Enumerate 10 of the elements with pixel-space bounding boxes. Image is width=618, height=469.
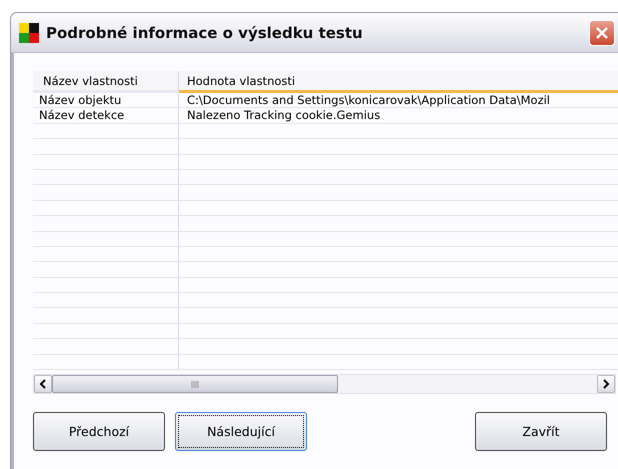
table-cell-text: Nalezeno Tracking cookie.Gemius — [186, 108, 382, 123]
dialog-button[interactable]: Zavřít — [475, 412, 607, 452]
table-cell: Název objektu — [33, 93, 179, 108]
table-cell: Název detekce — [33, 108, 179, 123]
dialog-button[interactable]: Předchozí — [33, 412, 165, 452]
table-cell-text: C:\Documents and Settings\konicarovak\Application Data\Mozil — [186, 93, 552, 108]
column-header[interactable]: Název vlastnosti — [33, 71, 179, 93]
dialog-button[interactable]: Následující — [175, 412, 307, 452]
column-header[interactable]: Hodnota vlastnosti — [179, 71, 618, 93]
window-title: Podrobné informace o výsledku testu — [46, 24, 364, 42]
